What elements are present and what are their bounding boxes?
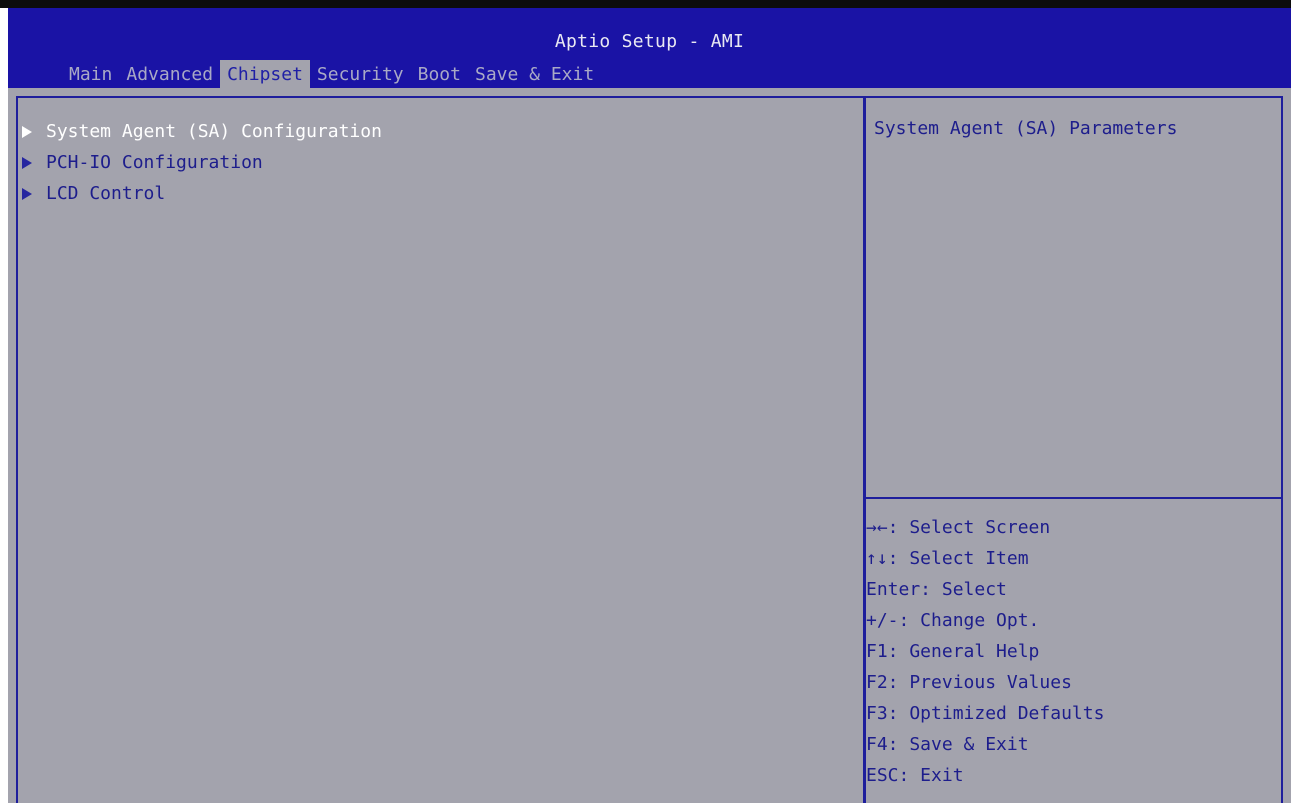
menu-item-label: System Agent (SA) Configuration (46, 121, 382, 142)
key-change-opt: +/-: Change Opt. (866, 610, 1040, 631)
tab-advanced[interactable]: Advanced (119, 60, 220, 90)
submenu-arrow-icon (22, 187, 32, 200)
key-select-item: ↑↓: Select Item (866, 548, 1029, 569)
app-title: Aptio Setup - AMI (554, 31, 745, 52)
help-divider (866, 497, 1283, 499)
menu-item-lcd-control[interactable]: LCD Control (22, 178, 382, 209)
top-edge (0, 0, 1291, 8)
menu-item-label: LCD Control (46, 183, 166, 204)
tab-save-exit[interactable]: Save & Exit (468, 60, 601, 90)
submenu-arrow-icon (22, 156, 32, 169)
key-select-screen: →←: Select Screen (866, 517, 1051, 538)
key-enter-select: Enter: Select (866, 579, 1007, 600)
key-general-help: F1: General Help (866, 641, 1040, 662)
key-optimized-defaults: F3: Optimized Defaults (866, 703, 1105, 724)
tab-chipset[interactable]: Chipset (220, 60, 310, 90)
setup-header: Aptio Setup - AMI Main Advanced Chipset … (8, 8, 1291, 90)
key-legend: →←: Select Screen ↑↓: Select Item Enter:… (866, 512, 1104, 791)
tab-boot[interactable]: Boot (411, 60, 468, 90)
menu-item-pch-io[interactable]: PCH-IO Configuration (22, 147, 382, 178)
setup-content: System Agent (SA) Configuration PCH-IO C… (8, 88, 1291, 803)
key-previous-values: F2: Previous Values (866, 672, 1072, 693)
key-save-exit: F4: Save & Exit (866, 734, 1029, 755)
chipset-menu: System Agent (SA) Configuration PCH-IO C… (22, 116, 382, 209)
tab-security[interactable]: Security (310, 60, 411, 90)
submenu-arrow-icon (22, 125, 32, 138)
key-exit: ESC: Exit (866, 765, 964, 786)
tab-main[interactable]: Main (62, 60, 119, 90)
tab-bar: Main Advanced Chipset Security Boot Save… (62, 60, 601, 90)
menu-item-system-agent[interactable]: System Agent (SA) Configuration (22, 116, 382, 147)
item-help-text: System Agent (SA) Parameters (874, 118, 1178, 139)
menu-item-label: PCH-IO Configuration (46, 152, 263, 173)
